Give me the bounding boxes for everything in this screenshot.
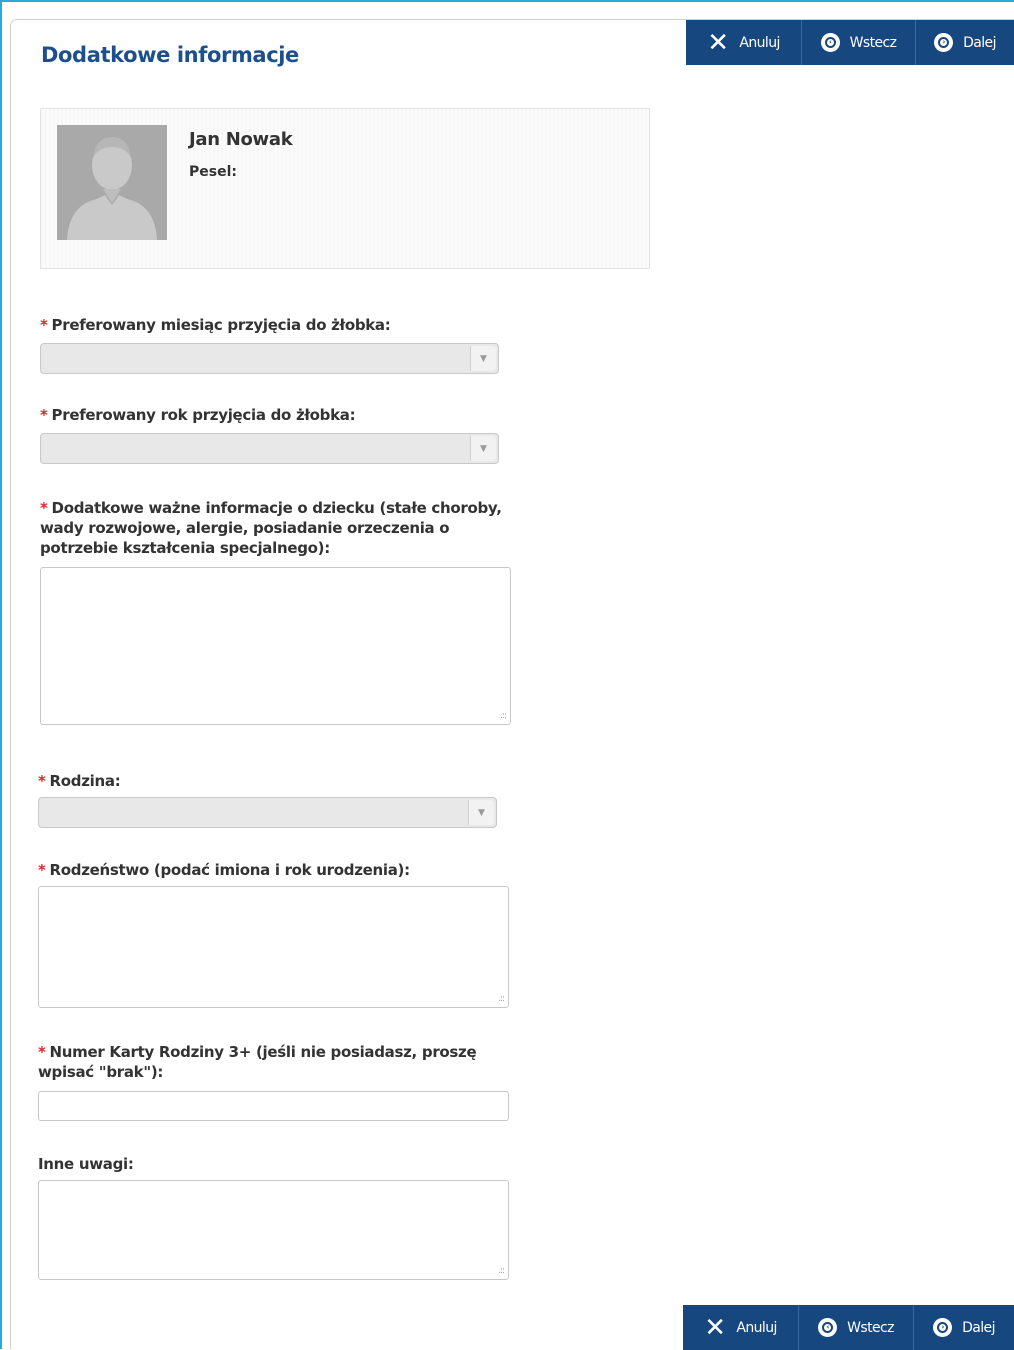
next-button[interactable]: › Dalej bbox=[916, 20, 1014, 65]
child-info-label: * Dodatkowe ważne informacje o dziecku (s… bbox=[40, 499, 502, 557]
year-label: * Preferowany rok przyjęcia do żłobka: bbox=[40, 406, 356, 424]
resize-grip-icon[interactable]: .:: bbox=[500, 712, 507, 721]
bottom-toolbar: ✕ Anuluj ‹ Wstecz › Dalej bbox=[683, 1305, 1014, 1350]
back-button-label: Wstecz bbox=[849, 34, 897, 51]
circle-arrow-right-icon: › bbox=[934, 33, 954, 52]
back-button[interactable]: ‹ Wstecz bbox=[802, 20, 916, 65]
next-button[interactable]: › Dalej bbox=[914, 1305, 1014, 1350]
family-label: * Rodzina: bbox=[38, 772, 121, 790]
cancel-button-label: Anuluj bbox=[736, 1319, 777, 1336]
pesel-label: Pesel: bbox=[189, 164, 237, 180]
family-card-input[interactable] bbox=[38, 1091, 509, 1121]
back-button-label: Wstecz bbox=[847, 1319, 894, 1336]
person-name: Jan Nowak bbox=[189, 129, 293, 150]
back-button[interactable]: ‹ Wstecz bbox=[799, 1305, 914, 1350]
other-notes-label: Inne uwagi: bbox=[38, 1155, 134, 1173]
child-info-textarea[interactable]: .:: bbox=[40, 567, 511, 725]
resize-grip-icon[interactable]: .:: bbox=[498, 995, 505, 1004]
year-select[interactable]: ▼ bbox=[40, 433, 499, 464]
avatar-placeholder-icon bbox=[57, 125, 167, 240]
resize-grip-icon[interactable]: .:: bbox=[498, 1267, 505, 1276]
next-button-label: Dalej bbox=[962, 1319, 995, 1336]
next-button-label: Dalej bbox=[963, 34, 996, 51]
required-marker: * bbox=[38, 772, 46, 790]
other-notes-textarea[interactable]: .:: bbox=[38, 1180, 509, 1280]
x-icon: ✕ bbox=[707, 27, 729, 58]
person-card: Jan Nowak Pesel: bbox=[40, 108, 650, 269]
required-marker: * bbox=[38, 1043, 46, 1061]
chevron-down-icon: ▼ bbox=[470, 346, 496, 371]
chevron-down-icon: ▼ bbox=[468, 800, 494, 825]
required-marker: * bbox=[40, 406, 48, 424]
required-marker: * bbox=[38, 861, 46, 879]
circle-arrow-right-icon: › bbox=[933, 1318, 953, 1337]
cancel-button-label: Anuluj bbox=[739, 34, 780, 51]
chevron-down-icon: ▼ bbox=[470, 436, 496, 461]
month-select[interactable]: ▼ bbox=[40, 343, 499, 374]
circle-arrow-left-icon: ‹ bbox=[818, 1318, 838, 1337]
x-icon: ✕ bbox=[704, 1312, 726, 1343]
siblings-label: * Rodzeństwo (podać imiona i rok urodzeni… bbox=[38, 861, 410, 879]
family-select[interactable]: ▼ bbox=[38, 797, 497, 828]
required-marker: * bbox=[40, 499, 48, 517]
page-title: Dodatkowe informacje bbox=[41, 43, 299, 67]
siblings-textarea[interactable]: .:: bbox=[38, 886, 509, 1008]
circle-arrow-left-icon: ‹ bbox=[820, 33, 840, 52]
family-card-label: * Numer Karty Rodziny 3+ (jeśli nie posia… bbox=[38, 1043, 477, 1081]
cancel-button[interactable]: ✕ Anuluj bbox=[686, 20, 802, 65]
cancel-button[interactable]: ✕ Anuluj bbox=[683, 1305, 799, 1350]
required-marker: * bbox=[40, 316, 48, 334]
top-toolbar: ✕ Anuluj ‹ Wstecz › Dalej bbox=[686, 20, 1014, 65]
month-label: * Preferowany miesiąc przyjęcia do żłobka… bbox=[40, 316, 391, 334]
